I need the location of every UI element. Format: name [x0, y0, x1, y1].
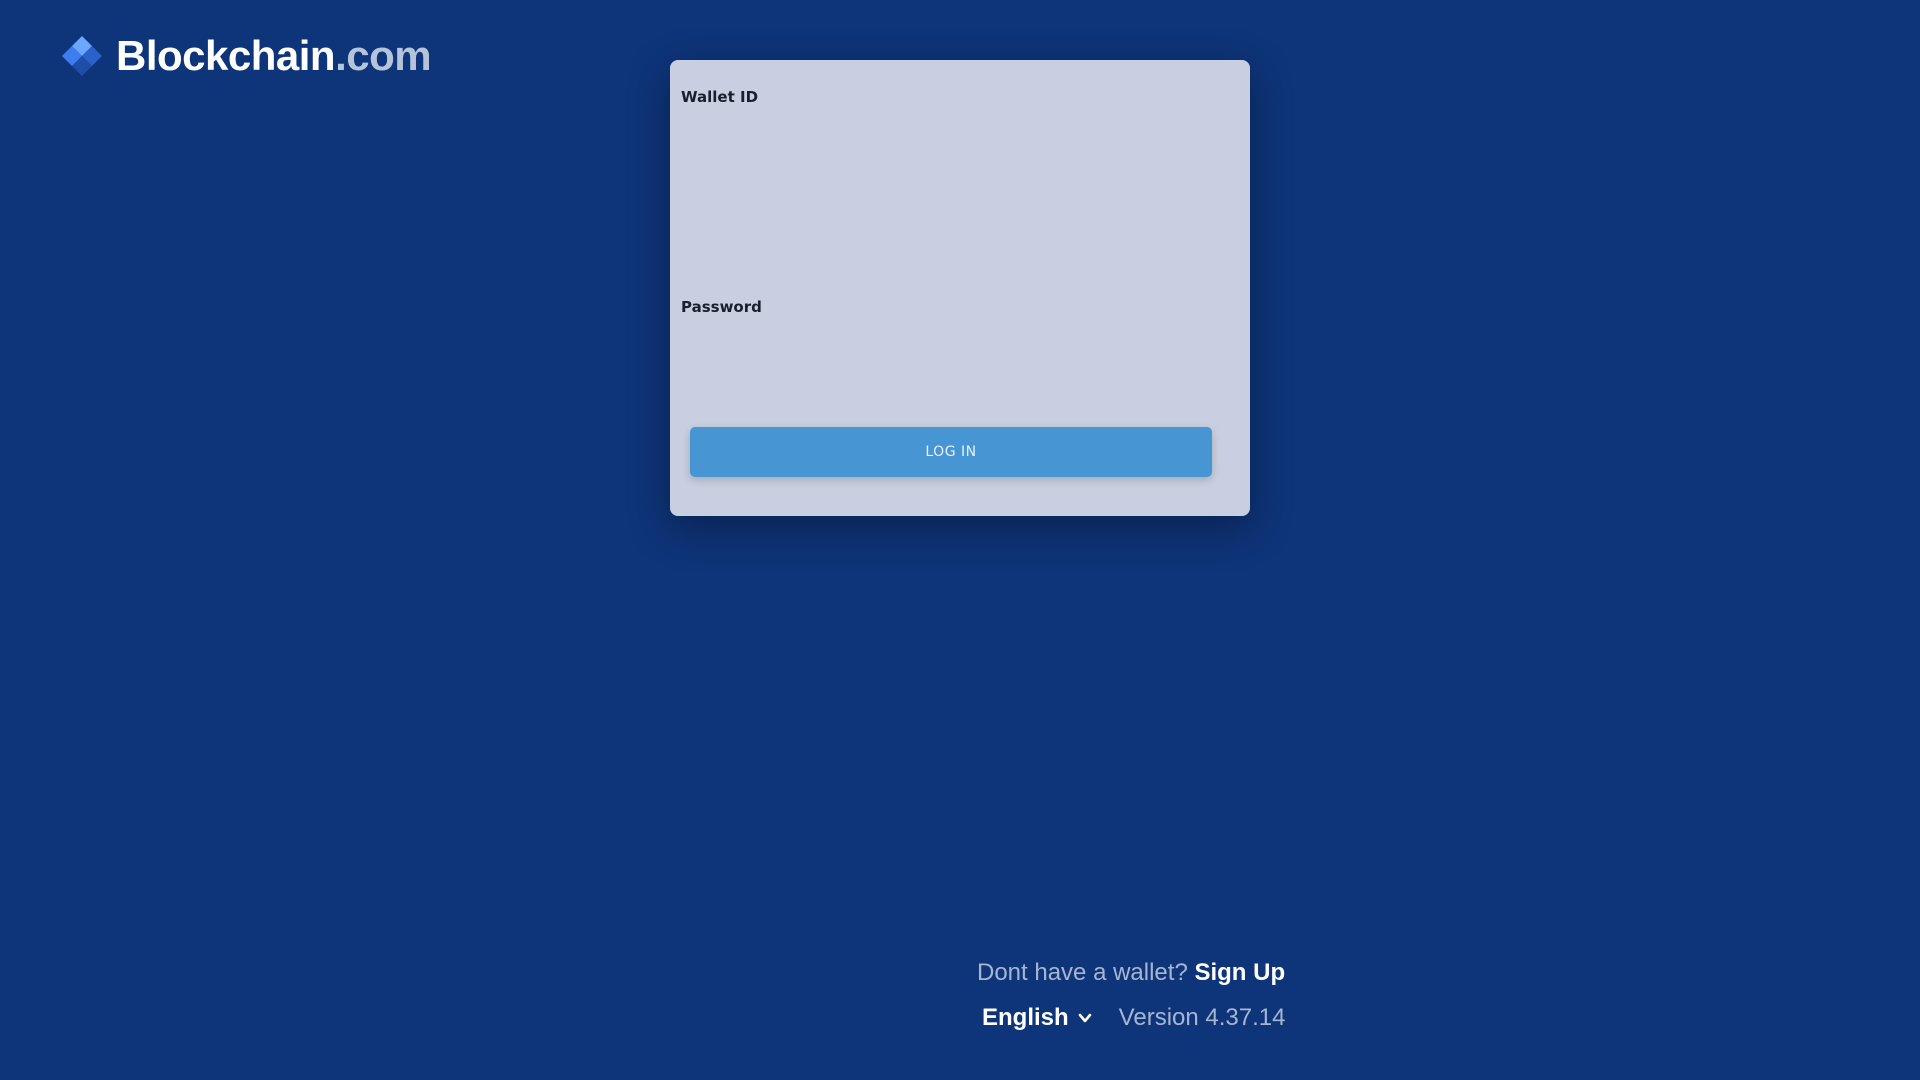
- footer-row: English Version 4.37.14: [982, 1003, 1285, 1033]
- password-input[interactable]: [681, 326, 1243, 384]
- brand-logo[interactable]: Blockchain.com: [60, 32, 432, 79]
- brand-name: Blockchain: [116, 32, 336, 79]
- brand-tld: .com: [335, 32, 432, 79]
- login-button[interactable]: LOG IN: [690, 427, 1212, 477]
- chevron-down-icon: [1078, 1013, 1091, 1023]
- blockchain-logo-icon: [62, 36, 102, 76]
- signup-prompt: Dont have a wallet?: [977, 959, 1188, 986]
- signup-row: Dont have a wallet? Sign Up: [977, 958, 1285, 988]
- version-label: Version 4.37.14: [1118, 1004, 1286, 1031]
- language-selector[interactable]: English: [982, 1003, 1093, 1033]
- language-label: English: [982, 1004, 1069, 1031]
- wallet-id-label: Wallet ID: [681, 88, 759, 106]
- login-card: Wallet ID Password LOG IN: [670, 60, 1250, 516]
- signup-link[interactable]: Sign Up: [1194, 959, 1285, 986]
- login-page: Blockchain.com Wallet ID Password LOG IN…: [0, 0, 1920, 1080]
- password-label: Password: [681, 298, 762, 316]
- wallet-id-input[interactable]: [681, 116, 1243, 298]
